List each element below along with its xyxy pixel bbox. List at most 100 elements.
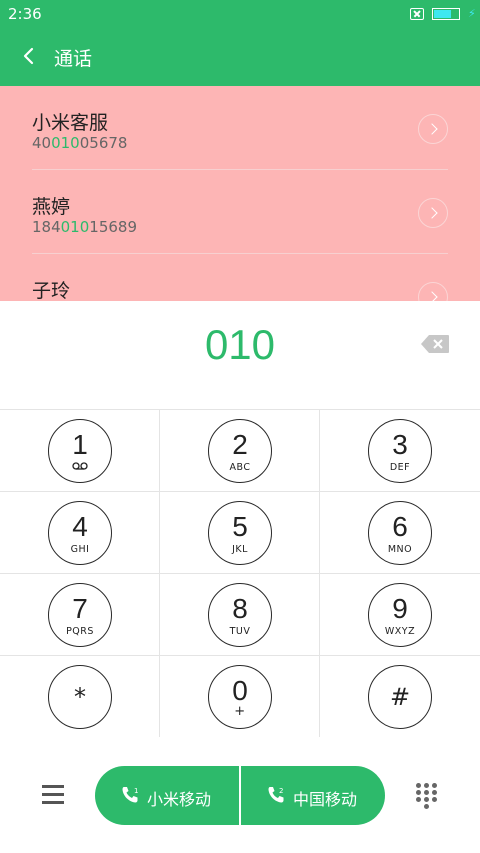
contact-number: 18401015689: [32, 218, 137, 236]
sim1-index: 1: [134, 787, 138, 795]
key-circle: 4 GHI: [48, 501, 112, 565]
key-digit: #: [389, 683, 411, 711]
key-2[interactable]: 2 ABC: [160, 410, 320, 492]
keypad-grid-icon: [424, 804, 429, 809]
contact-detail-button[interactable]: [418, 282, 448, 301]
battery-icon: [432, 8, 460, 20]
number-suffix: 05678: [79, 134, 128, 152]
dialed-number: 010: [204, 321, 276, 368]
dial-keypad: 1 2 ABC 3 DEF 4 GHI 5 JKL 6 MNO 7 PQRS 8…: [0, 409, 480, 738]
key-letters: GHI: [70, 544, 90, 555]
backspace-icon: [421, 335, 449, 353]
call-sim2-button[interactable]: 2 中国移动: [241, 766, 385, 825]
menu-button[interactable]: [42, 783, 66, 805]
contact-row[interactable]: 子玲: [0, 254, 480, 301]
contact-results-list[interactable]: 小米客服 4001005678 燕婷 18401015689 子玲: [0, 86, 480, 301]
keypad-grid-icon: [432, 790, 437, 795]
phone-sim2-icon: 2: [268, 787, 284, 803]
status-time: 2:36: [8, 5, 42, 23]
menu-icon: [42, 801, 64, 804]
key-circle: #: [368, 665, 432, 729]
page-title: 通话: [54, 48, 93, 70]
back-button[interactable]: [16, 40, 44, 72]
charging-icon: ⚡: [468, 7, 476, 20]
keypad-grid-icon: [432, 783, 437, 788]
key-digit: 0: [232, 675, 248, 706]
bottom-bar: 1 小米移动 2 中国移动: [0, 737, 480, 853]
keypad-grid-icon: [424, 797, 429, 802]
key-digit: 5: [232, 511, 248, 542]
key-circle: 9 WXYZ: [368, 583, 432, 647]
key-digit: 7: [72, 593, 88, 624]
key-letters: PQRS: [66, 626, 94, 637]
key-circle: 8 TUV: [208, 583, 272, 647]
sim2-index: 2: [279, 787, 283, 795]
key-digit: 8: [232, 593, 248, 624]
key-8[interactable]: 8 TUV: [160, 574, 320, 656]
contact-detail-button[interactable]: [418, 198, 448, 228]
key-letters: WXYZ: [384, 626, 416, 637]
app-header: 通话: [0, 28, 480, 86]
key-letters: MNO: [387, 544, 413, 555]
key-6[interactable]: 6 MNO: [320, 492, 480, 574]
sim2-label: 中国移动: [293, 790, 358, 809]
number-match: 010: [60, 218, 90, 236]
key-circle: 0 +: [208, 665, 272, 729]
battery-level: [434, 10, 451, 18]
contact-name: 小米客服: [32, 112, 109, 134]
keypad-toggle-button[interactable]: [416, 783, 438, 809]
status-bar: 2:36 ⚡: [0, 0, 480, 28]
keypad-grid-icon: [416, 783, 421, 788]
keypad-grid-icon: [432, 797, 437, 802]
dial-display: 010: [0, 301, 480, 409]
menu-icon: [42, 785, 64, 788]
key-7[interactable]: 7 PQRS: [0, 574, 160, 656]
number-match: 010: [51, 134, 80, 152]
key-digit: 3: [392, 429, 408, 460]
key-letters: +: [234, 704, 246, 719]
keypad-grid-icon: [424, 783, 429, 788]
key-circle: 1: [48, 419, 112, 483]
back-arrow-icon: [23, 47, 34, 65]
key-star[interactable]: *: [0, 656, 160, 738]
key-1[interactable]: 1: [0, 410, 160, 492]
key-9[interactable]: 9 WXYZ: [320, 574, 480, 656]
key-letters: JKL: [232, 544, 248, 555]
key-hash[interactable]: #: [320, 656, 480, 738]
call-button-group: 1 小米移动 2 中国移动: [95, 766, 385, 825]
contact-detail-button[interactable]: [418, 114, 448, 144]
contact-number: 4001005678: [32, 134, 127, 152]
key-digit: 4: [72, 511, 88, 542]
key-circle: *: [48, 665, 112, 729]
key-letters: TUV: [229, 626, 251, 637]
key-digit: 9: [392, 593, 408, 624]
contact-row[interactable]: 小米客服 4001005678: [0, 86, 480, 170]
key-circle: 7 PQRS: [48, 583, 112, 647]
key-0[interactable]: 0 +: [160, 656, 320, 738]
keypad-grid-icon: [416, 790, 421, 795]
contact-name: 子玲: [32, 280, 71, 301]
menu-icon: [42, 793, 64, 796]
contact-row[interactable]: 燕婷 18401015689: [0, 170, 480, 254]
phone-sim1-icon: 1: [122, 787, 138, 803]
number-prefix: 40: [32, 134, 52, 152]
key-5[interactable]: 5 JKL: [160, 492, 320, 574]
voicemail-icon: [72, 462, 88, 470]
key-circle: 5 JKL: [208, 501, 272, 565]
keypad-grid-icon: [416, 797, 421, 802]
key-digit: *: [74, 683, 86, 711]
no-sim-icon: [410, 8, 424, 20]
key-4[interactable]: 4 GHI: [0, 492, 160, 574]
key-3[interactable]: 3 DEF: [320, 410, 480, 492]
call-sim1-button[interactable]: 1 小米移动: [95, 766, 240, 825]
backspace-button[interactable]: [420, 334, 450, 354]
number-prefix: 184: [32, 218, 61, 236]
status-icons: ⚡: [410, 6, 476, 22]
keypad-grid-icon: [424, 790, 429, 795]
sim1-label: 小米移动: [147, 790, 212, 809]
key-circle: 3 DEF: [368, 419, 432, 483]
key-letters: ABC: [229, 462, 251, 473]
key-digit: 1: [72, 429, 88, 460]
key-digit: 2: [232, 429, 248, 460]
contact-name: 燕婷: [32, 196, 71, 218]
